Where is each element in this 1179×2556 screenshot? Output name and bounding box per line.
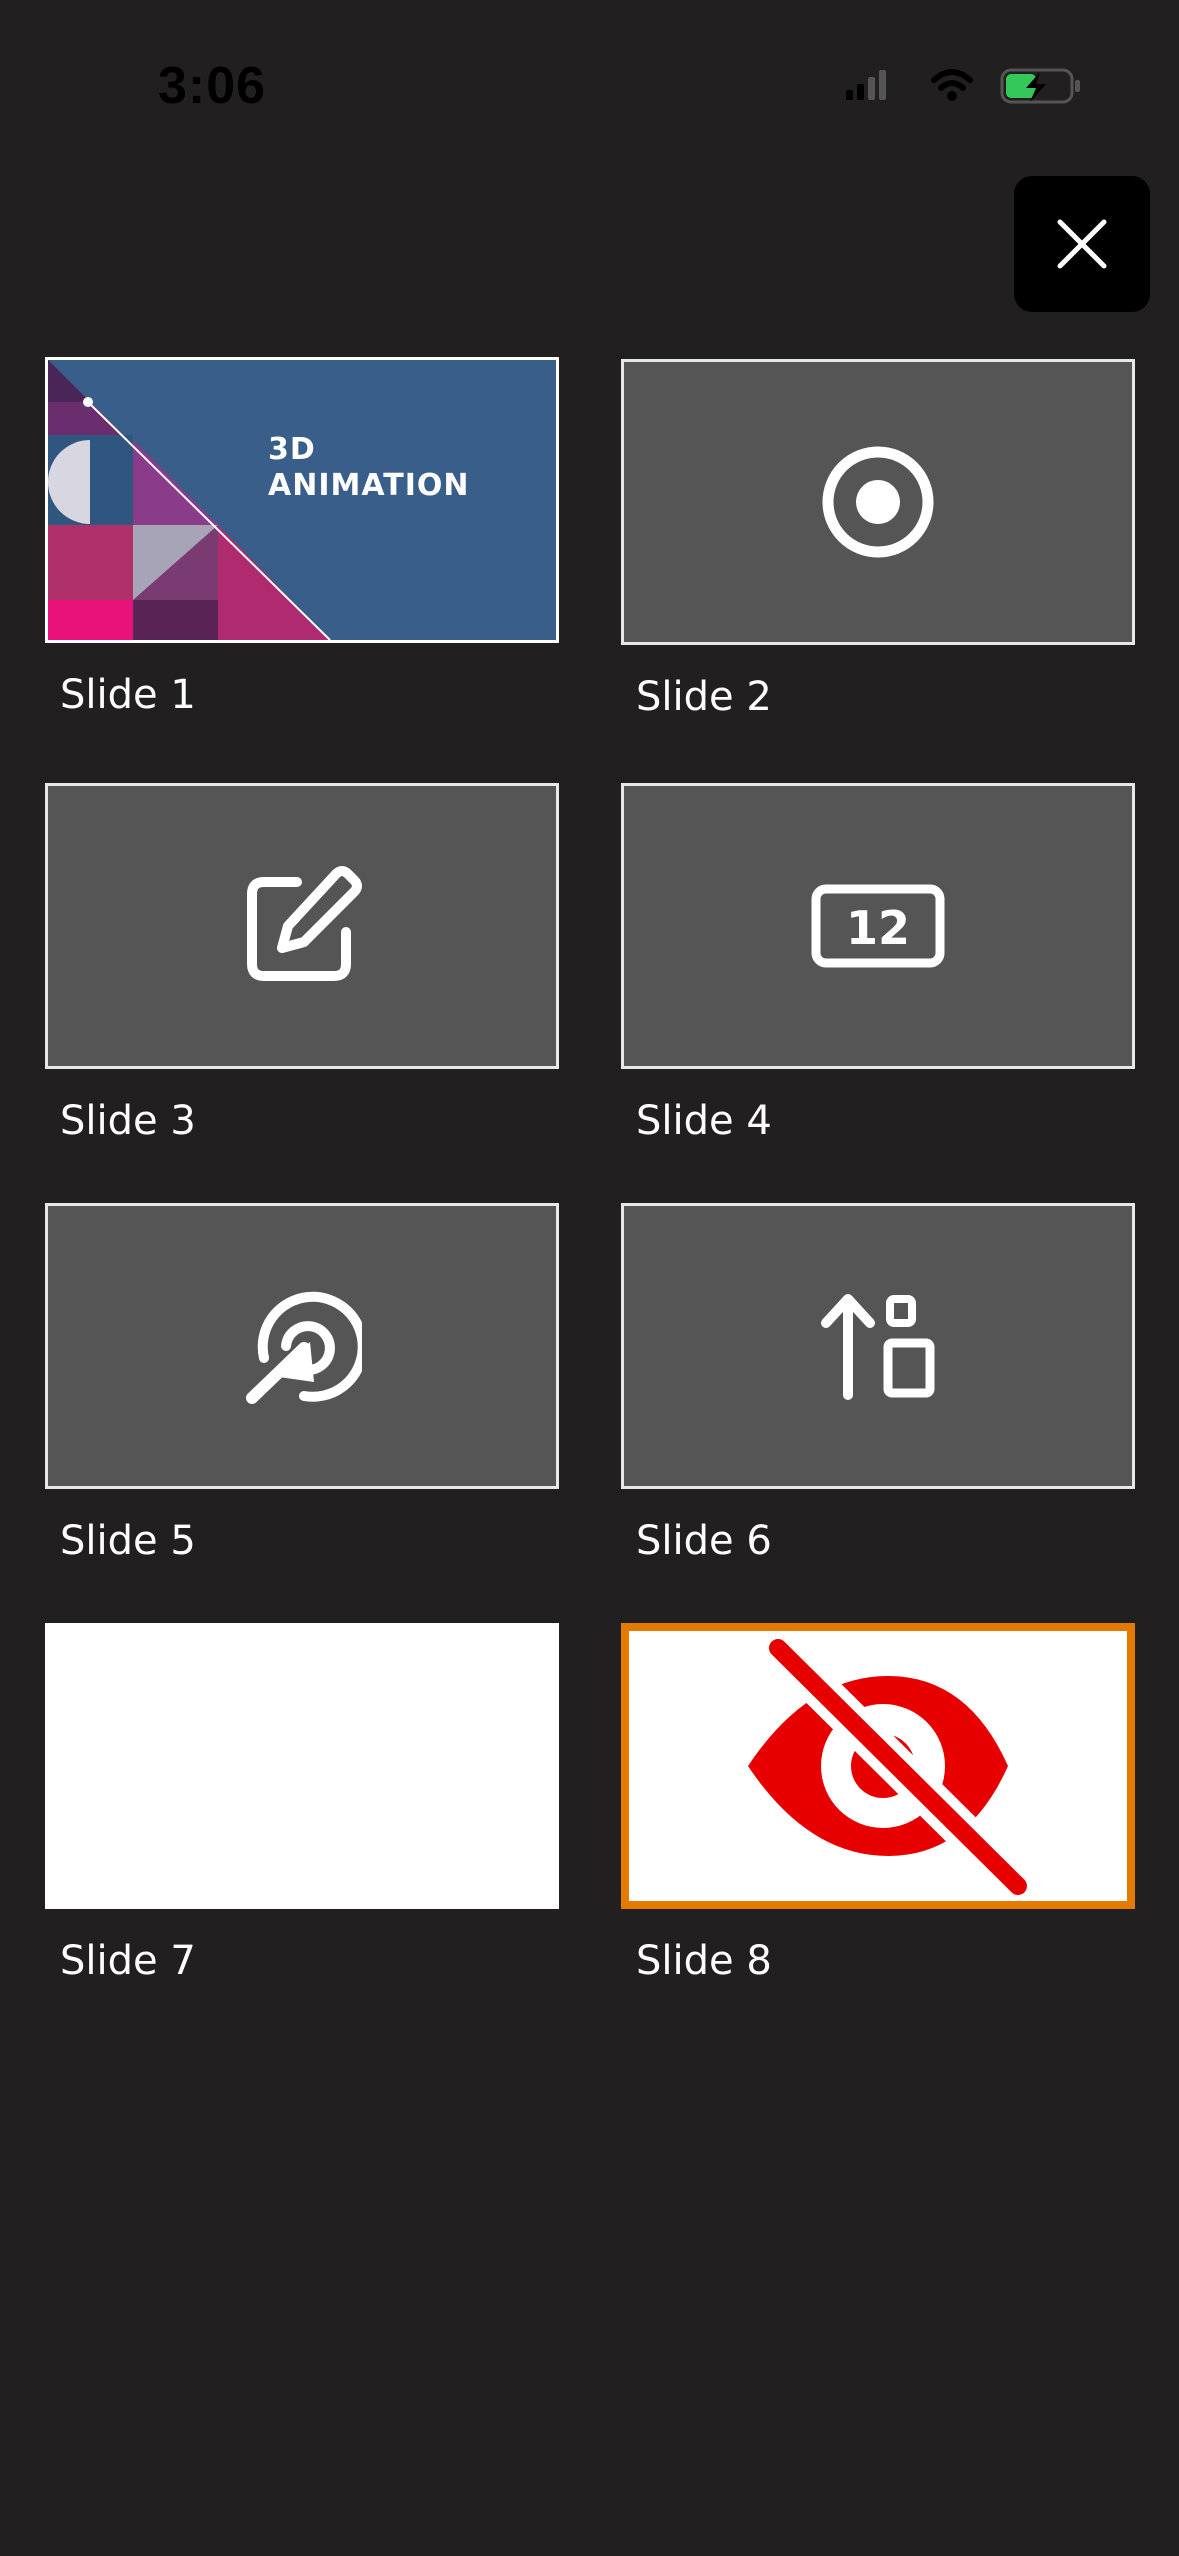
status-time: 3:06 — [158, 57, 267, 115]
slide-7[interactable]: Slide 7 — [45, 1623, 559, 1985]
record-icon — [822, 446, 934, 558]
edit-icon — [247, 866, 362, 981]
slide-8[interactable]: Slide 8 — [621, 1623, 1135, 1985]
slide-3[interactable]: Slide 3 — [45, 783, 559, 1145]
close-icon — [1057, 219, 1107, 269]
sort-ascending-icon — [821, 1294, 935, 1400]
cover-title: 3D ANIMATION — [268, 432, 470, 503]
slide-8-thumbnail[interactable] — [621, 1623, 1135, 1909]
target-arrow-icon — [246, 1291, 362, 1404]
slide-1-thumbnail[interactable]: 3D ANIMATION — [45, 357, 559, 643]
slide-6[interactable]: Slide 6 — [621, 1203, 1135, 1565]
wifi-icon — [931, 69, 973, 101]
slide-2-thumbnail[interactable] — [621, 359, 1135, 645]
slide-label: Slide 5 — [60, 1518, 196, 1564]
slide-7-thumbnail[interactable] — [45, 1623, 559, 1909]
slide-label: Slide 2 — [636, 674, 772, 720]
cellular-signal-icon — [846, 70, 886, 100]
slide-2[interactable]: Slide 2 — [621, 359, 1135, 721]
slide-label: Slide 8 — [636, 1938, 772, 1984]
slide-3-thumbnail[interactable] — [45, 783, 559, 1069]
close-button[interactable] — [1014, 176, 1150, 312]
slide-5-thumbnail[interactable] — [45, 1203, 559, 1489]
slide-5[interactable]: Slide 5 — [45, 1203, 559, 1565]
slide-1[interactable]: 3D ANIMATION Slide 1 — [45, 357, 559, 719]
slide-label: Slide 6 — [636, 1518, 772, 1564]
slide-label: Slide 4 — [636, 1098, 772, 1144]
battery-charging-icon — [1000, 68, 1080, 104]
slide-4-thumbnail[interactable]: 12 — [621, 783, 1135, 1069]
slide-label: Slide 3 — [60, 1098, 196, 1144]
status-bar: 3:06 — [0, 0, 1179, 170]
slide-label: Slide 1 — [60, 672, 196, 718]
slide-label: Slide 7 — [60, 1938, 196, 1984]
number-box-icon: 12 — [811, 884, 945, 968]
number-text: 12 — [846, 901, 910, 955]
slide-4[interactable]: 12 Slide 4 — [621, 783, 1135, 1145]
status-icons — [846, 68, 1080, 104]
slide-6-thumbnail[interactable] — [621, 1203, 1135, 1489]
hidden-eye-icon — [748, 1636, 1028, 1896]
